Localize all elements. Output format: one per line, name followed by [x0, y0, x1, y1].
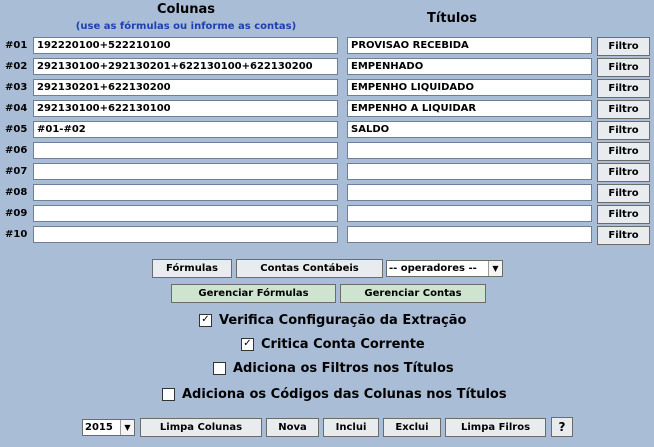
- column-row: #02 292130100+292130201+622130100+6221302…: [0, 58, 654, 77]
- option-checkbox[interactable]: ✓ Verifica Configuração da Extração: [199, 312, 466, 328]
- limpa-filtros-button[interactable]: Limpa Filros: [445, 418, 546, 437]
- titulo-input[interactable]: [347, 163, 592, 180]
- column-row: #05 #01-#02 SALDO Filtro: [0, 121, 654, 140]
- option-label: Critica Conta Corrente: [261, 336, 425, 352]
- titulo-input[interactable]: [347, 205, 592, 222]
- column-row: #01 192220100+522210100 PROVISAO RECEBIDA F…: [0, 37, 654, 56]
- filtro-button[interactable]: Filtro: [597, 142, 650, 161]
- titulo-input[interactable]: SALDO: [347, 121, 592, 138]
- row-label: #02: [5, 61, 28, 72]
- filtro-button[interactable]: Filtro: [597, 37, 650, 56]
- help-button[interactable]: ?: [551, 417, 573, 437]
- operadores-select[interactable]: -- operadores -- ▼: [386, 260, 503, 277]
- row-label: #01: [5, 40, 28, 51]
- checkbox-icon[interactable]: ✓: [199, 313, 212, 327]
- filtro-button[interactable]: Filtro: [597, 226, 650, 245]
- filtro-button[interactable]: Filtro: [597, 184, 650, 203]
- option-label: Verifica Configuração da Extração: [219, 312, 467, 328]
- row-label: #08: [5, 187, 28, 198]
- contas-contabeis-button[interactable]: Contas Contábeis: [236, 259, 383, 278]
- coluna-input[interactable]: [33, 226, 338, 243]
- titulo-input[interactable]: [347, 226, 592, 243]
- gerenciar-contas-button[interactable]: Gerenciar Contas: [340, 284, 486, 303]
- coluna-input[interactable]: [33, 142, 338, 159]
- row-label: #06: [5, 145, 28, 156]
- operadores-select-value: -- operadores --: [389, 263, 477, 274]
- column-row: #08 Filtro: [0, 184, 654, 203]
- coluna-input[interactable]: 292130100+292130201+622130100+622130200: [33, 58, 338, 75]
- titulo-input[interactable]: EMPENHO LIQUIDADO: [347, 79, 592, 96]
- row-label: #04: [5, 103, 28, 114]
- year-select[interactable]: 2015 ▼: [82, 419, 135, 436]
- column-row: #04 292130100+622130100 EMPENHO A LIQUIDAR…: [0, 100, 654, 119]
- option-checkbox[interactable]: Adiciona os Códigos das Colunas nos Títu…: [162, 386, 507, 402]
- header-colunas-hint: (use as fórmulas ou informe as contas): [75, 21, 297, 32]
- column-row: #06 Filtro: [0, 142, 654, 161]
- checkbox-icon[interactable]: [213, 361, 226, 375]
- filtro-button[interactable]: Filtro: [597, 58, 650, 77]
- filtro-button[interactable]: Filtro: [597, 100, 650, 119]
- titulo-input[interactable]: PROVISAO RECEBIDA: [347, 37, 592, 54]
- inclui-button[interactable]: Inclui: [323, 418, 379, 437]
- coluna-input[interactable]: 192220100+522210100: [33, 37, 338, 54]
- checkbox-icon[interactable]: [162, 387, 175, 401]
- titulo-input[interactable]: [347, 184, 592, 201]
- formulas-button[interactable]: Fórmulas: [152, 259, 232, 278]
- row-label: #05: [5, 124, 28, 135]
- option-label: Adiciona os Filtros nos Títulos: [233, 360, 454, 376]
- row-label: #09: [5, 208, 28, 219]
- chevron-down-icon: ▼: [120, 420, 134, 435]
- chevron-down-icon: ▼: [488, 261, 502, 276]
- filtro-button[interactable]: Filtro: [597, 163, 650, 182]
- coluna-input[interactable]: [33, 184, 338, 201]
- row-label: #10: [5, 229, 28, 240]
- titulo-input[interactable]: EMPENHO A LIQUIDAR: [347, 100, 592, 117]
- year-select-value: 2015: [85, 422, 113, 433]
- header-titulos: Títulos: [427, 11, 477, 26]
- limpa-colunas-button[interactable]: Limpa Colunas: [140, 418, 262, 437]
- column-row: #07 Filtro: [0, 163, 654, 182]
- option-checkbox[interactable]: ✓ Critica Conta Corrente: [241, 336, 425, 352]
- option-label: Adiciona os Códigos das Colunas nos Títu…: [182, 386, 507, 402]
- coluna-input[interactable]: [33, 205, 338, 222]
- row-label: #07: [5, 166, 28, 177]
- column-row: #03 292130201+622130200 EMPENHO LIQUIDADO F…: [0, 79, 654, 98]
- exclui-button[interactable]: Exclui: [383, 418, 441, 437]
- row-label: #03: [5, 82, 28, 93]
- filtro-button[interactable]: Filtro: [597, 121, 650, 140]
- coluna-input[interactable]: 292130100+622130100: [33, 100, 338, 117]
- coluna-input[interactable]: 292130201+622130200: [33, 79, 338, 96]
- coluna-input[interactable]: #01-#02: [33, 121, 338, 138]
- filtro-button[interactable]: Filtro: [597, 79, 650, 98]
- checkbox-icon[interactable]: ✓: [241, 337, 254, 351]
- nova-button[interactable]: Nova: [266, 418, 319, 437]
- column-row: #10 Filtro: [0, 226, 654, 245]
- filtro-button[interactable]: Filtro: [597, 205, 650, 224]
- titulo-input[interactable]: EMPENHADO: [347, 58, 592, 75]
- option-checkbox[interactable]: Adiciona os Filtros nos Títulos: [213, 360, 454, 376]
- column-row: #09 Filtro: [0, 205, 654, 224]
- coluna-input[interactable]: [33, 163, 338, 180]
- gerenciar-formulas-button[interactable]: Gerenciar Fórmulas: [171, 284, 336, 303]
- titulo-input[interactable]: [347, 142, 592, 159]
- header-colunas: Colunas: [157, 2, 215, 17]
